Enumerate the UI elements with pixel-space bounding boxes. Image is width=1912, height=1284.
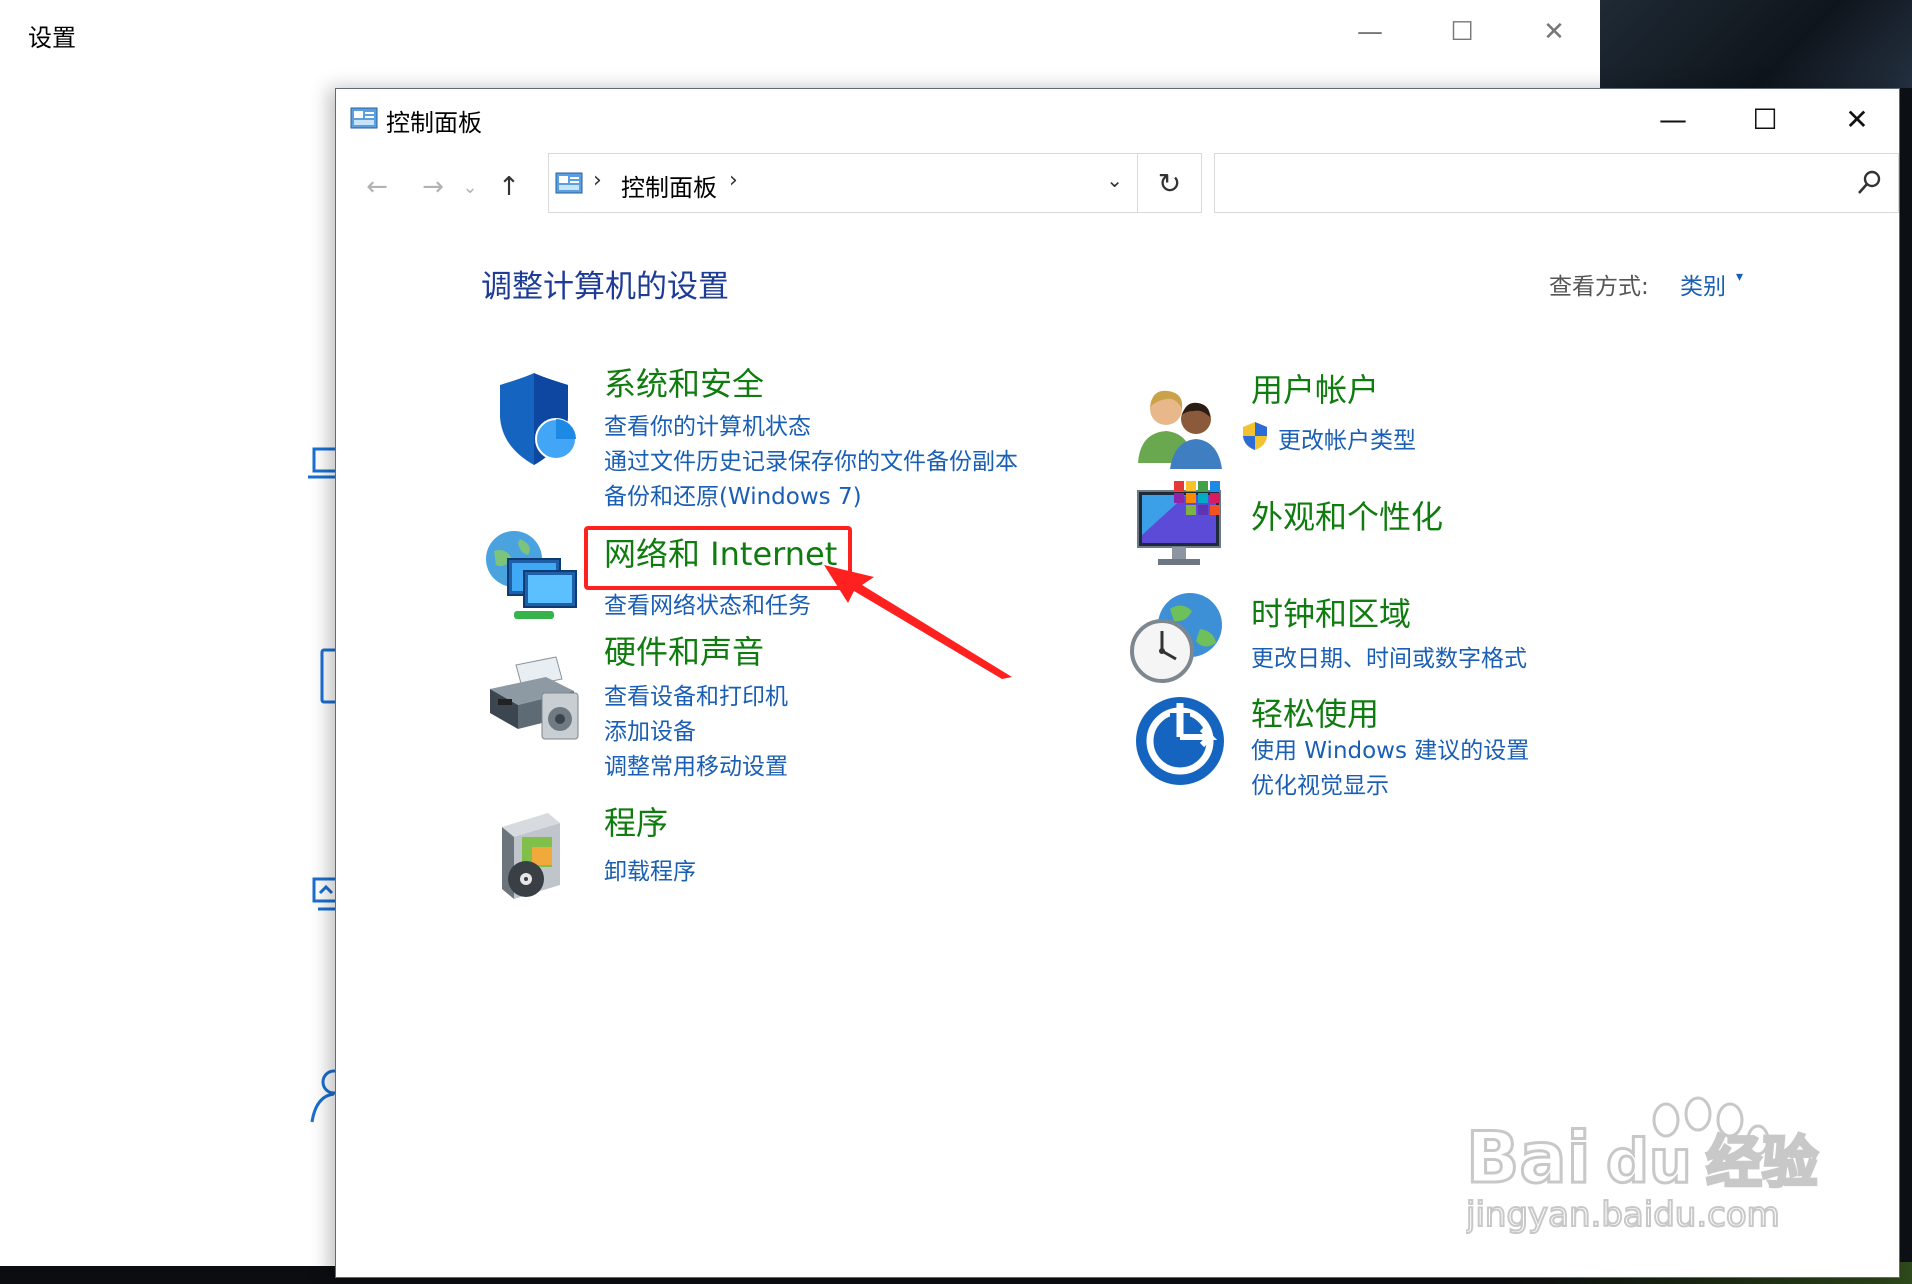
close-button[interactable]: ✕ xyxy=(1811,89,1903,149)
chevron-right-icon[interactable]: › xyxy=(593,168,602,193)
caret-down-icon[interactable]: ▾ xyxy=(1736,269,1743,285)
link-file-history[interactable]: 通过文件历史记录保存你的文件备份副本 xyxy=(604,442,1018,476)
ease-of-access-icon[interactable] xyxy=(1132,693,1228,789)
phone-icon[interactable] xyxy=(300,648,340,704)
highlight-box xyxy=(584,526,852,590)
breadcrumb-control-panel[interactable]: 控制面板 xyxy=(621,168,717,203)
link-change-account-type[interactable]: 更改帐户类型 xyxy=(1278,421,1416,455)
programs-icon[interactable] xyxy=(488,807,584,903)
settings-close-button[interactable]: ✕ xyxy=(1524,10,1584,54)
network-icon[interactable] xyxy=(484,529,580,625)
chevron-right-icon[interactable]: › xyxy=(729,168,738,193)
view-by-label: 查看方式: xyxy=(1549,274,1649,300)
watermark-url: jingyan.baidu.com xyxy=(1466,1195,1780,1234)
link-change-date-time-format[interactable]: 更改日期、时间或数字格式 xyxy=(1251,639,1527,673)
category-programs[interactable]: 程序 xyxy=(604,798,668,844)
search-box[interactable] xyxy=(1214,153,1899,213)
watermark-brand: Bai xyxy=(1466,1117,1591,1199)
recent-locations-button[interactable]: ⌄ xyxy=(456,163,484,211)
baidu-jingyan-watermark: Bai du 经验 jingyan.baidu.com xyxy=(1466,1096,1820,1234)
settings-maximize-button[interactable]: ☐ xyxy=(1432,10,1492,54)
maximize-button[interactable]: ☐ xyxy=(1719,89,1811,149)
window-title: 控制面板 xyxy=(386,109,482,137)
page-title: 调整计算机的设置 xyxy=(481,269,729,305)
address-bar[interactable]: › 控制面板 › ⌄ xyxy=(548,153,1138,213)
link-view-computer-status[interactable]: 查看你的计算机状态 xyxy=(604,407,811,441)
uac-shield-icon xyxy=(1243,422,1267,450)
desktop-edge xyxy=(1900,88,1912,1284)
link-windows-suggested-settings[interactable]: 使用 Windows 建议的设置 xyxy=(1251,731,1529,765)
refresh-button[interactable]: ↻ xyxy=(1138,153,1202,213)
category-appearance[interactable]: 外观和个性化 xyxy=(1251,492,1443,538)
view-by-dropdown[interactable]: 类别 xyxy=(1680,267,1726,301)
laptop-icon[interactable] xyxy=(300,445,340,501)
settings-minimize-button[interactable]: — xyxy=(1340,10,1400,54)
minimize-button[interactable]: — xyxy=(1627,89,1719,149)
watermark-cn: 经验 xyxy=(1706,1131,1818,1196)
watermark-brand-du: du xyxy=(1606,1127,1692,1197)
desktop-wallpaper xyxy=(1600,0,1912,88)
settings-title: 设置 xyxy=(28,24,76,52)
users-icon[interactable] xyxy=(1132,379,1228,475)
link-uninstall-program[interactable]: 卸载程序 xyxy=(604,852,696,886)
control-panel-icon xyxy=(350,107,378,129)
chevron-down-icon[interactable]: ⌄ xyxy=(1106,168,1123,192)
account-icon[interactable] xyxy=(300,1068,340,1124)
category-hardware-sound[interactable]: 硬件和声音 xyxy=(604,627,764,673)
category-ease-of-access[interactable]: 轻松使用 xyxy=(1251,689,1379,735)
link-view-network-status[interactable]: 查看网络状态和任务 xyxy=(604,586,811,620)
link-optimize-visual-display[interactable]: 优化视觉显示 xyxy=(1251,766,1389,800)
link-backup-restore[interactable]: 备份和还原(Windows 7) xyxy=(604,477,862,511)
shield-icon[interactable] xyxy=(486,373,582,469)
search-input[interactable] xyxy=(1225,164,1829,204)
control-panel-icon xyxy=(555,172,583,194)
back-button[interactable]: ← xyxy=(356,163,398,211)
screen: 设置 — ☐ ✕ 控制面板 — ☐ ✕ ← → ⌄ ↑ › 控制面板 › ⌄ ↻… xyxy=(0,0,1912,1284)
category-user-accounts[interactable]: 用户帐户 xyxy=(1251,365,1379,411)
category-system-security[interactable]: 系统和安全 xyxy=(604,359,764,405)
display-icon[interactable] xyxy=(300,875,340,931)
category-clock-region[interactable]: 时钟和区域 xyxy=(1251,589,1411,635)
link-add-device[interactable]: 添加设备 xyxy=(604,712,696,746)
printer-icon[interactable] xyxy=(486,649,582,745)
clock-globe-icon[interactable] xyxy=(1130,589,1226,685)
link-mobility-settings[interactable]: 调整常用移动设置 xyxy=(604,747,788,781)
annotation-arrow xyxy=(824,565,1012,679)
up-button[interactable]: ↑ xyxy=(488,163,530,211)
forward-button[interactable]: → xyxy=(412,163,454,211)
monitor-icon[interactable] xyxy=(1134,479,1230,575)
search-icon[interactable] xyxy=(1854,168,1884,198)
control-panel-window: 控制面板 — ☐ ✕ ← → ⌄ ↑ › 控制面板 › ⌄ ↻ 调整计算机的设置… xyxy=(335,88,1900,1278)
link-devices-printers[interactable]: 查看设备和打印机 xyxy=(604,677,788,711)
